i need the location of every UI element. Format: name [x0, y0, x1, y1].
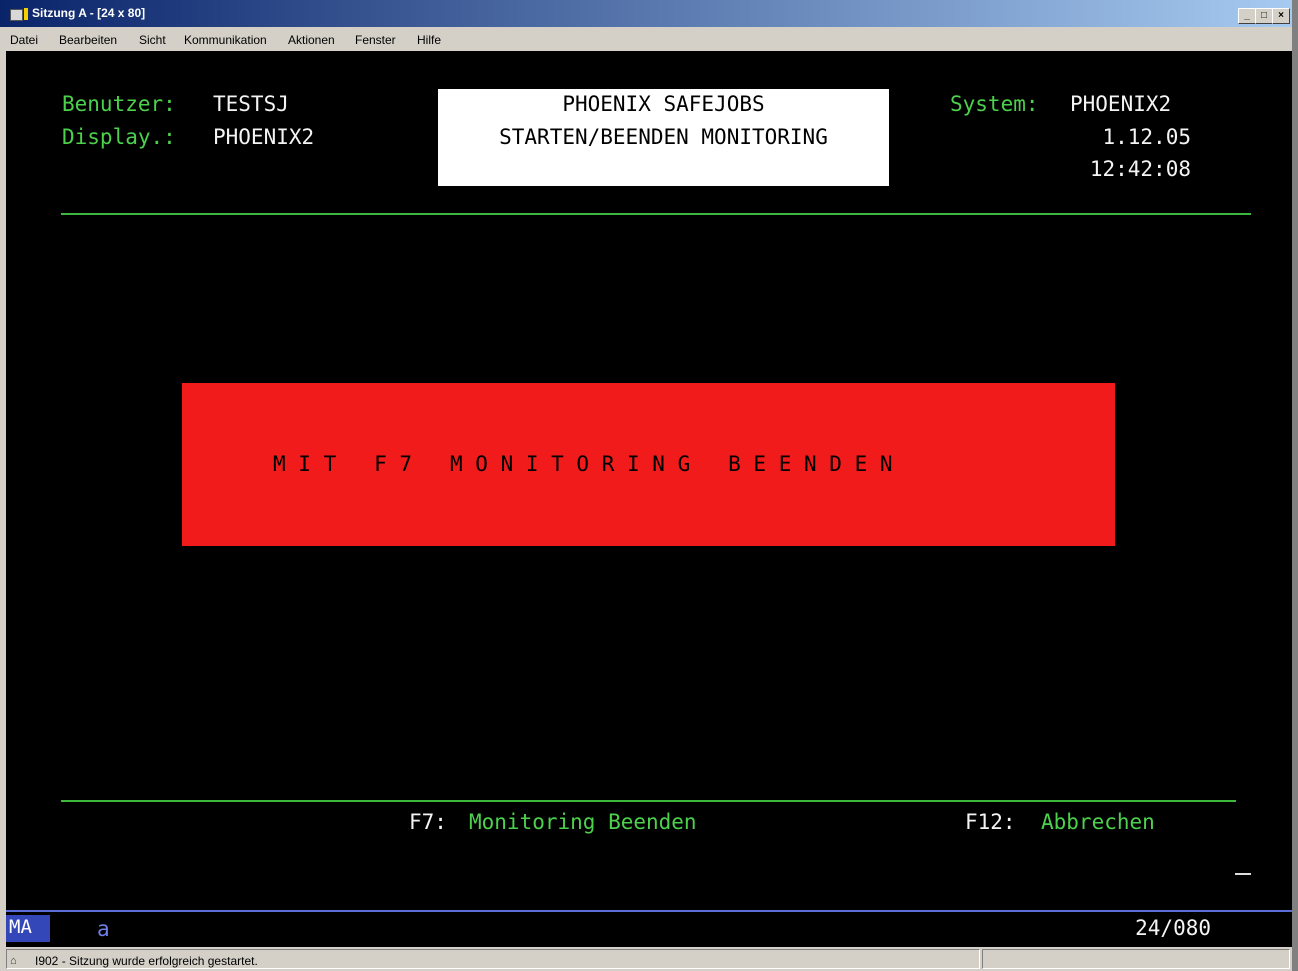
f7-key: F7:	[409, 810, 447, 834]
date-value: 1.12.05	[1102, 125, 1191, 149]
window-title: Sitzung A - [24 x 80]	[32, 6, 146, 20]
close-button[interactable]: ×	[1272, 8, 1290, 24]
f12-key: F12:	[965, 810, 1016, 834]
oia-mode-text: MA	[9, 916, 32, 938]
status-bar: ⌂ I902 - Sitzung wurde erfolgreich gesta…	[6, 947, 1292, 969]
menu-fenster[interactable]: Fenster	[355, 33, 396, 47]
terminal-app-icon[interactable]	[10, 9, 23, 21]
menu-bar: Datei Bearbeiten Sicht Kommunikation Akt…	[0, 27, 1292, 51]
status-panel-main: ⌂ I902 - Sitzung wurde erfolgreich gesta…	[6, 949, 980, 969]
window-border	[1292, 0, 1298, 971]
oia-indicator: a	[97, 917, 110, 941]
footer-separator	[61, 800, 1236, 802]
display-label: Display.:	[62, 125, 176, 149]
screen-title-line2: STARTEN/BEENDEN MONITORING	[499, 125, 828, 149]
display-value: PHOENIX2	[213, 125, 315, 149]
menu-aktionen[interactable]: Aktionen	[288, 33, 335, 47]
time-value: 12:42:08	[1089, 157, 1191, 181]
system-value: PHOENIX2	[1070, 92, 1172, 116]
menu-kommunikation[interactable]: Kommunikation	[184, 33, 267, 47]
f7-label[interactable]: Monitoring Beenden	[469, 810, 697, 834]
oia-mode-indicator: MA	[6, 915, 50, 942]
menu-datei[interactable]: Datei	[10, 33, 38, 47]
menu-hilfe[interactable]: Hilfe	[417, 33, 441, 47]
f12-label[interactable]: Abbrechen	[1041, 810, 1155, 834]
user-label: Benutzer:	[62, 92, 176, 116]
alert-message-box: M I T F 7 M O N I T O R I N G B E E N D …	[182, 383, 1115, 546]
alert-message: M I T F 7 M O N I T O R I N G B E E N D …	[273, 452, 893, 476]
maximize-button[interactable]: □	[1255, 8, 1273, 24]
system-label: System:	[950, 92, 1039, 116]
screen-title-line1: PHOENIX SAFEJOBS	[562, 92, 765, 116]
status-message: I902 - Sitzung wurde erfolgreich gestart…	[35, 954, 258, 968]
status-panel-secondary	[982, 949, 1290, 969]
terminal-screen[interactable]: Benutzer: TESTSJ Display.: PHOENIX2 PHOE…	[6, 51, 1292, 910]
window-titlebar[interactable]: Sitzung A - [24 x 80] _ □ ×	[0, 0, 1292, 27]
user-value: TESTSJ	[213, 92, 289, 116]
cursor-position: 24/080	[1135, 916, 1211, 940]
menu-bearbeiten[interactable]: Bearbeiten	[59, 33, 117, 47]
menu-sicht[interactable]: Sicht	[139, 33, 166, 47]
operator-info-area: MA a 24/080	[6, 910, 1292, 947]
header-separator	[61, 213, 1251, 215]
session-status-icon	[24, 8, 28, 20]
session-icon: ⌂	[10, 955, 17, 967]
text-cursor	[1235, 873, 1251, 875]
screen-title-box: PHOENIX SAFEJOBS STARTEN/BEENDEN MONITOR…	[438, 89, 889, 186]
minimize-button[interactable]: _	[1238, 8, 1256, 24]
